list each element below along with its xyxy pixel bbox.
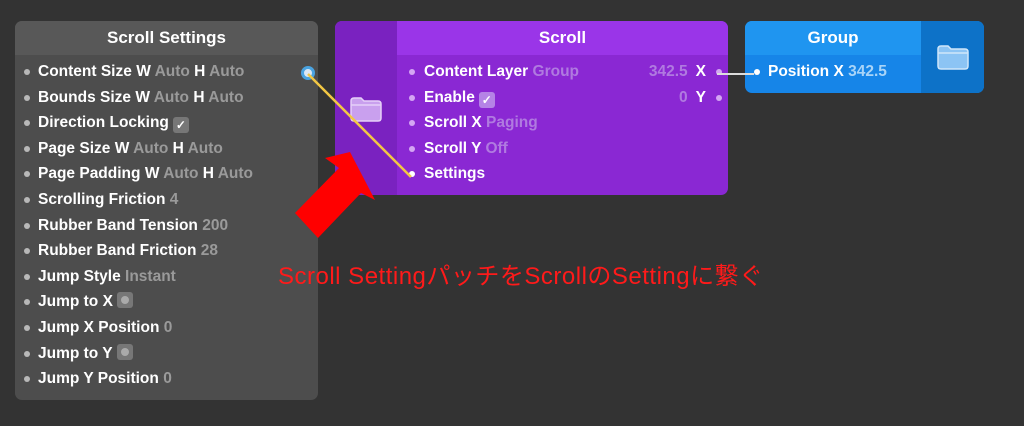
red-arrow-icon — [295, 152, 375, 238]
settings-cable[interactable] — [307, 73, 412, 178]
annotation-text: Scroll SettingパッチをScrollのSettingに繋ぐ — [278, 263, 764, 290]
connections-layer — [295, 73, 754, 238]
